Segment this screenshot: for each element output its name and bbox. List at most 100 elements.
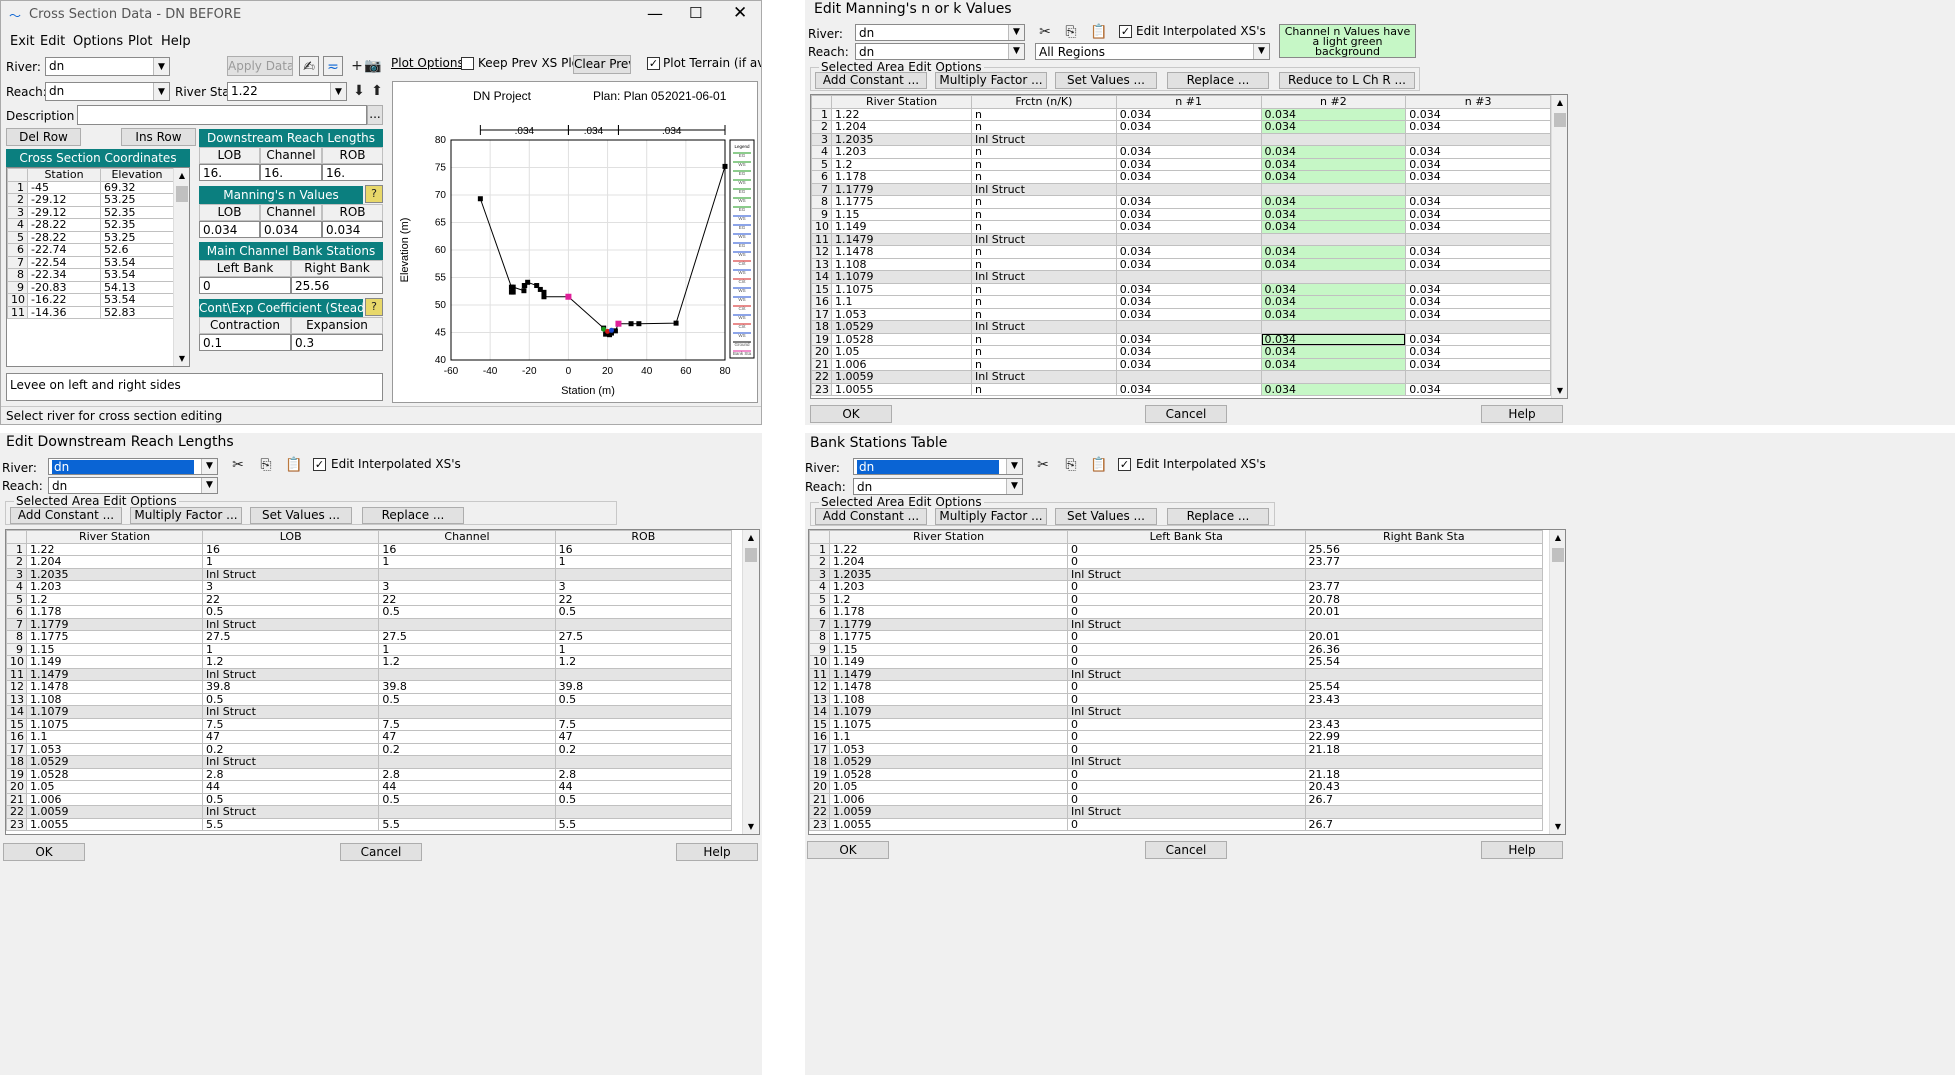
menu-options[interactable]: Options	[73, 34, 123, 49]
mn-cut-icon[interactable]: ✂	[1035, 22, 1055, 42]
table-cell[interactable]: 23.77	[1304, 580, 1543, 594]
table-cell[interactable]: 1.053	[26, 742, 203, 756]
row-number[interactable]: 1	[7, 180, 28, 194]
row-number[interactable]: 6	[809, 605, 830, 619]
table-cell[interactable]: 0.034	[1405, 332, 1551, 346]
table-cell[interactable]: 0.034	[1115, 382, 1262, 396]
table-cell[interactable]: 39.8	[378, 680, 556, 694]
table-cell[interactable]: 0.034	[1115, 107, 1262, 121]
row-number[interactable]: 8	[7, 268, 28, 282]
table-cell[interactable]: 0.034	[1405, 195, 1551, 209]
table-cell[interactable]: 1.22	[831, 107, 972, 121]
table-cell[interactable]: 0.034	[1115, 345, 1262, 359]
table-cell[interactable]: 0.034	[1405, 170, 1551, 184]
table-row[interactable]: 10 1.149 0 25.54	[809, 655, 1543, 669]
table-cell[interactable]: 0.034	[1405, 357, 1551, 371]
table-cell[interactable]: 44	[201, 780, 380, 794]
table-row[interactable]: 11 1.1479 Inl Struct	[809, 667, 1543, 681]
drl-multiply-factor-button[interactable]: Multiply Factor ...	[130, 507, 242, 524]
table-row[interactable]: 5 1.2 0 20.78	[809, 592, 1543, 606]
drl-scrollbar[interactable]: ▲ ▼	[742, 530, 759, 834]
table-cell[interactable]: 1.006	[831, 357, 972, 371]
table-cell[interactable]: 1.149	[831, 220, 972, 234]
table-row[interactable]: 4 -28.22 52.35	[7, 218, 174, 232]
bank-river-select[interactable]: dn ▼	[853, 458, 1023, 475]
table-cell[interactable]: 1.178	[26, 605, 203, 619]
table-row[interactable]: 19 1.0528 2.8 2.8 2.8	[6, 767, 733, 781]
table-cell[interactable]: 0.034	[1115, 120, 1262, 134]
ce-help-icon[interactable]: ?	[365, 298, 383, 316]
table-cell[interactable]: 0	[1067, 680, 1306, 694]
table-row[interactable]: 18 1.0529 Inl Struct	[811, 320, 1551, 334]
table-row[interactable]: 20 1.05 0 20.43	[809, 780, 1543, 794]
row-number[interactable]: 2	[7, 193, 28, 207]
mn-ok-button[interactable]: OK	[810, 405, 892, 423]
row-number[interactable]: 3	[811, 132, 832, 146]
row-number[interactable]: 9	[811, 207, 832, 221]
table-cell[interactable]: n	[971, 357, 1117, 371]
row-number[interactable]: 1	[811, 107, 832, 121]
table-row[interactable]: 13 1.108 0.5 0.5 0.5	[6, 692, 733, 706]
mannings-help-icon[interactable]: ?	[365, 185, 383, 203]
table-cell[interactable]: 1.05	[829, 780, 1068, 794]
table-cell[interactable]	[1260, 270, 1407, 284]
table-cell[interactable]: 1.1779	[831, 182, 972, 196]
table-row[interactable]: 15 1.1075 7.5 7.5 7.5	[6, 717, 733, 731]
table-cell[interactable]: Inl Struct	[201, 567, 380, 581]
table-cell[interactable]: 1.006	[829, 792, 1068, 806]
row-number[interactable]: 10	[811, 220, 832, 234]
menu-exit[interactable]: Exit	[10, 34, 35, 49]
table-cell[interactable]: 0.034	[1405, 382, 1551, 396]
table-cell[interactable]: 0.5	[201, 692, 380, 706]
row-number[interactable]: 22	[811, 370, 832, 384]
row-number[interactable]: 21	[811, 357, 832, 371]
table-cell[interactable]: 0.2	[378, 742, 556, 756]
table-cell[interactable]: 1.2	[26, 592, 203, 606]
plot-terrain-checkbox[interactable]: ✓	[647, 57, 660, 70]
row-number[interactable]: 9	[7, 280, 28, 294]
table-cell[interactable]: 0.034	[1115, 145, 1262, 159]
table-cell[interactable]: 0.034	[1405, 257, 1551, 271]
table-cell[interactable]: Inl Struct	[1067, 567, 1306, 581]
table-cell[interactable]: n	[971, 382, 1117, 396]
table-row[interactable]: 10 1.149 1.2 1.2 1.2	[6, 655, 733, 669]
river-select[interactable]: dn ▼	[45, 57, 170, 76]
bank-add-constant-button[interactable]: Add Constant ...	[815, 508, 927, 525]
table-row[interactable]: 11 1.1479 Inl Struct	[6, 667, 733, 681]
table-cell[interactable]: Inl Struct	[971, 232, 1117, 246]
table-row[interactable]: 18 1.0529 Inl Struct	[6, 755, 733, 769]
table-cell[interactable]: 0.034	[1115, 257, 1262, 271]
table-cell[interactable]: 26.36	[1304, 642, 1543, 656]
bank-cancel-button[interactable]: Cancel	[1145, 841, 1227, 859]
row-number[interactable]: 3	[809, 567, 830, 581]
table-cell[interactable]: Inl Struct	[971, 320, 1117, 334]
table-cell[interactable]: 1.0055	[829, 817, 1068, 831]
table-cell[interactable]: Inl Struct	[201, 667, 380, 681]
table-row[interactable]: 3 1.2035 Inl Struct	[6, 567, 733, 581]
mn-rob-input[interactable]: 0.034	[322, 221, 383, 238]
table-cell[interactable]: 1.1079	[831, 270, 972, 284]
table-cell[interactable]: 5.5	[378, 817, 556, 831]
table-cell[interactable]: 0	[1067, 555, 1306, 569]
table-cell[interactable]	[1304, 755, 1543, 769]
table-row[interactable]: 20 1.05 44 44 44	[6, 780, 733, 794]
table-cell[interactable]: Inl Struct	[1067, 705, 1306, 719]
table-cell[interactable]: 1.1079	[829, 705, 1068, 719]
table-row[interactable]: 8 1.1775 0 20.01	[809, 630, 1543, 644]
table-row[interactable]: 11 -14.36 52.83	[7, 305, 174, 319]
table-row[interactable]: 13 1.108 0 23.43	[809, 692, 1543, 706]
table-row[interactable]: 7 1.1779 Inl Struct	[811, 182, 1551, 196]
row-number[interactable]: 9	[809, 642, 830, 656]
table-cell[interactable]: 47	[554, 730, 733, 744]
table-cell[interactable]: 0.034	[1115, 332, 1262, 346]
bank-help-button[interactable]: Help	[1481, 841, 1563, 859]
table-cell[interactable]: 1	[554, 642, 733, 656]
table-cell[interactable]: 1.15	[26, 642, 203, 656]
table-cell[interactable]: 5.5	[554, 817, 733, 831]
table-cell[interactable]: -20.83	[27, 280, 101, 294]
row-number[interactable]: 21	[6, 792, 27, 806]
table-row[interactable]: 11 1.1479 Inl Struct	[811, 232, 1551, 246]
table-cell[interactable]: 22	[378, 592, 556, 606]
table-cell[interactable]: 1.0528	[831, 332, 972, 346]
table-cell[interactable]: 39.8	[554, 680, 733, 694]
